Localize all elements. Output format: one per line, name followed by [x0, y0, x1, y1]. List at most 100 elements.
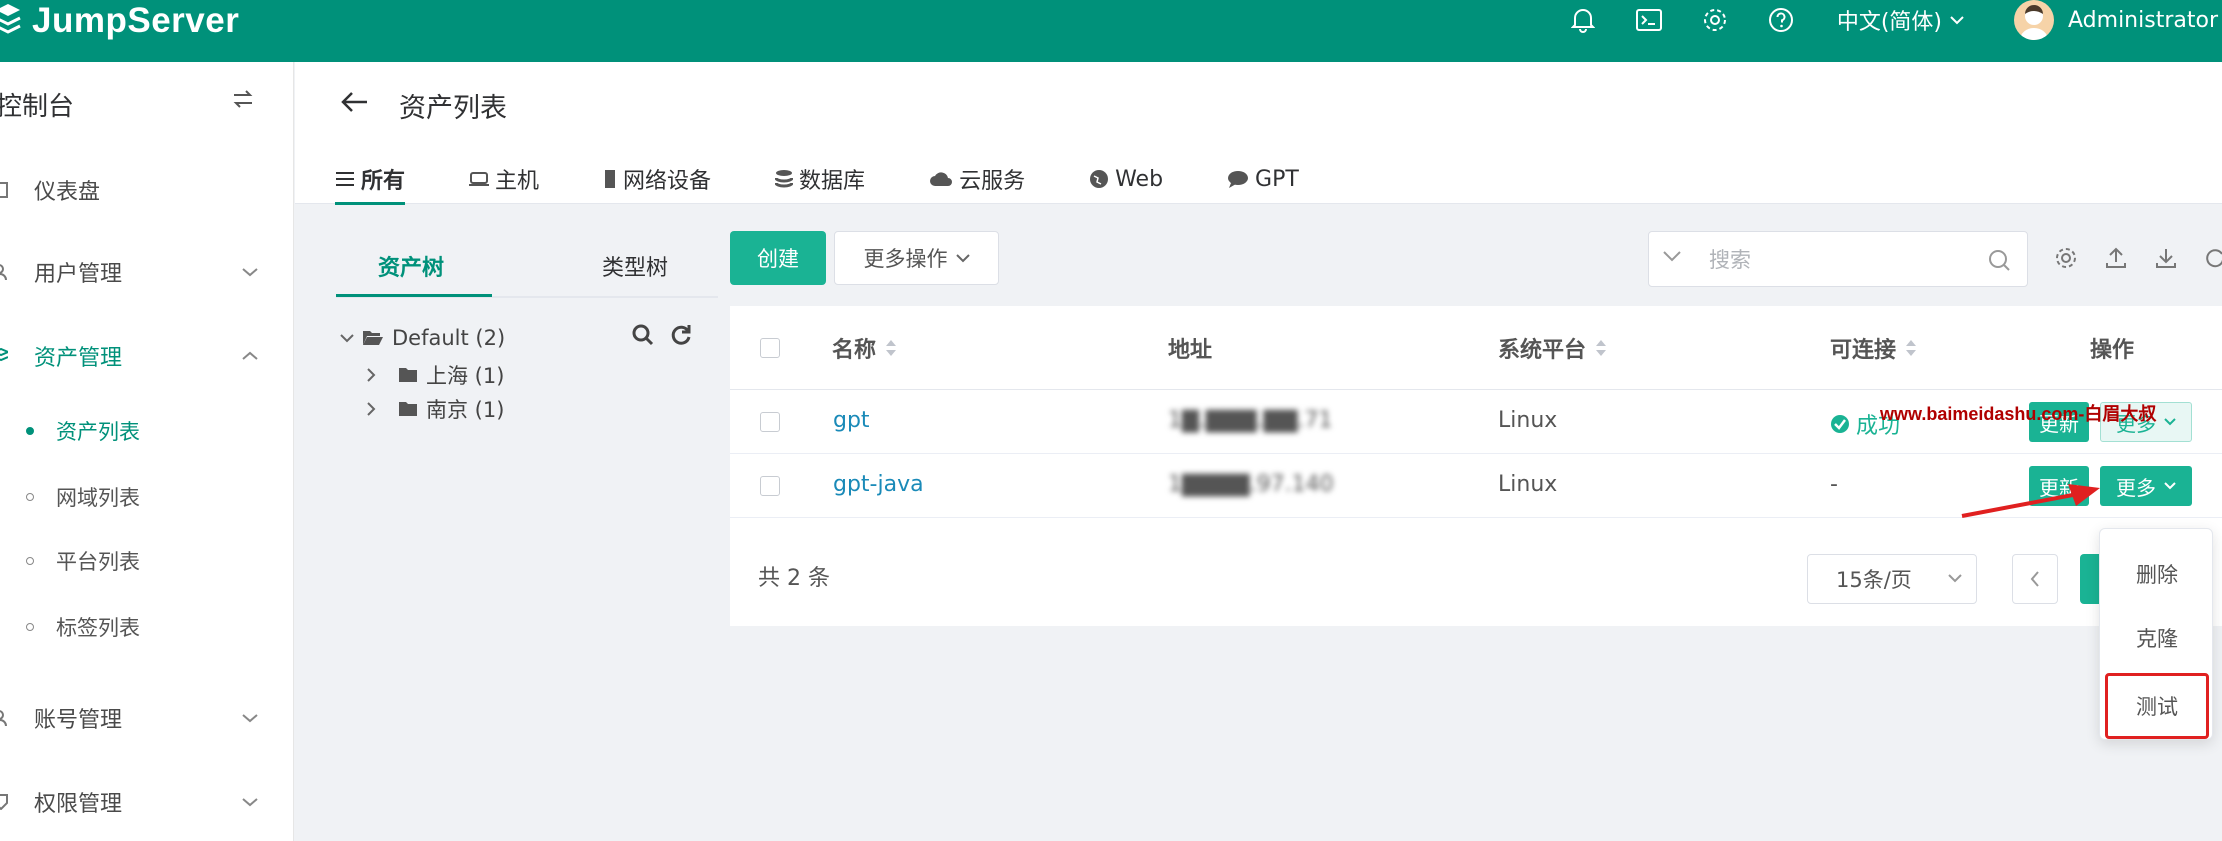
active-tab-indicator — [336, 294, 492, 297]
sort-icon — [1904, 338, 1918, 358]
chevron-right-icon — [366, 402, 376, 416]
table-tools — [2054, 246, 2222, 270]
select-all-checkbox[interactable] — [760, 338, 780, 358]
logo-icon — [0, 4, 22, 38]
tab-asset-tree[interactable]: 资产树 — [378, 250, 444, 282]
column-header-name[interactable]: 名称 — [832, 332, 898, 364]
asset-name-link[interactable]: gpt — [833, 408, 870, 433]
asset-tree-panel: 资产树 类型树 Default (2) 上海 (1) 南京 (1) — [336, 228, 718, 828]
logo[interactable]: JumpServer — [0, 0, 239, 42]
tab-label: 主机 — [495, 169, 540, 194]
asset-address: 1▇.▇▇▇.▇▇.71 — [1168, 408, 1333, 433]
tab-label: 网络设备 — [623, 169, 712, 194]
more-button[interactable]: 更多 — [2100, 466, 2192, 506]
sidebar-item-label: 仪表盘 — [34, 180, 101, 205]
tab-label: 云服务 — [959, 169, 1026, 194]
tab-web[interactable]: Web — [1089, 154, 1163, 204]
more-actions-button[interactable]: 更多操作 — [834, 231, 999, 285]
chevron-down-icon — [242, 797, 258, 807]
account-icon — [0, 710, 14, 726]
sidebar-subitem-label: 平台列表 — [56, 550, 140, 574]
database-icon — [775, 169, 794, 189]
tree-node-label: 上海 (1) — [426, 364, 505, 388]
tab-gpt[interactable]: GPT — [1227, 154, 1299, 204]
chevron-down-icon — [955, 253, 970, 263]
download-icon[interactable] — [2154, 246, 2178, 270]
row-checkbox[interactable] — [760, 412, 780, 432]
sidebar-item-users[interactable]: 用户管理 — [0, 242, 294, 302]
table-header: 名称 地址 系统平台 可连接 操作 — [730, 306, 2222, 390]
sidebar-item-label: 用户管理 — [34, 262, 123, 287]
refresh-icon[interactable] — [670, 324, 692, 346]
upload-icon[interactable] — [2104, 246, 2128, 270]
tree-node-label: 南京 (1) — [426, 398, 505, 422]
sort-icon — [884, 338, 898, 358]
tab-type-tree[interactable]: 类型树 — [602, 250, 668, 282]
asset-table: 名称 地址 系统平台 可连接 操作 gpt 1▇.▇▇▇.▇▇.71 Linux… — [730, 306, 2222, 626]
search-box — [1648, 231, 2028, 287]
create-button[interactable]: 创建 — [730, 231, 826, 285]
tree-node-child[interactable]: 上海 (1) — [366, 360, 504, 390]
sidebar-item-permissions[interactable]: 权限管理 — [0, 772, 294, 832]
avatar[interactable] — [2014, 0, 2055, 40]
sidebar-item-label: 资产管理 — [34, 346, 123, 371]
more-actions-label: 更多操作 — [863, 247, 948, 271]
page-size-select[interactable]: 15条/页 — [1807, 554, 1977, 604]
search-icon[interactable] — [1987, 248, 2011, 272]
bullet-icon — [26, 493, 34, 501]
gear-icon[interactable] — [2054, 246, 2078, 270]
terminal-icon[interactable] — [1633, 4, 1665, 36]
refresh-icon[interactable] — [2204, 246, 2222, 270]
menu-item-delete[interactable]: 删除 — [2100, 549, 2214, 599]
menu-item-clone[interactable]: 克隆 — [2100, 613, 2214, 663]
chevron-up-icon — [242, 351, 258, 361]
asset-address: 1▇▇▇▇.97.140 — [1168, 472, 1334, 497]
language-selector[interactable]: 中文(简体) — [1837, 4, 1964, 36]
sidebar-subitem-label-list[interactable]: 标签列表 — [0, 602, 294, 652]
tree-node-root[interactable]: Default (2) — [340, 326, 505, 350]
sidebar-subitem-platform-list[interactable]: 平台列表 — [0, 536, 294, 586]
sidebar-subitem-domain-list[interactable]: 网域列表 — [0, 472, 294, 522]
help-icon[interactable] — [1765, 4, 1797, 36]
sidebar-item-dashboard[interactable]: 仪表盘 — [0, 160, 294, 220]
sidebar: 控制台 仪表盘 用户管理 资产管理 资产列表 网域列表 平台列表 标签列表 账号… — [0, 62, 294, 841]
chevron-down-icon[interactable] — [1663, 250, 1681, 262]
cloud-icon — [929, 171, 953, 187]
column-header-label: 系统平台 — [1498, 338, 1587, 363]
search-icon[interactable] — [632, 324, 654, 346]
watermark: www.baimeidashu.com-白眉大叔 — [1880, 404, 2157, 424]
tree-node-label: Default (2) — [392, 326, 506, 350]
sidebar-subitem-asset-list[interactable]: 资产列表 — [0, 406, 294, 456]
back-arrow-icon[interactable] — [341, 91, 369, 113]
chevron-down-icon — [1948, 573, 1962, 583]
search-input[interactable] — [1709, 244, 1969, 276]
tab-network-device[interactable]: 网络设备 — [603, 154, 711, 204]
column-header-label: 名称 — [832, 338, 877, 363]
tab-cloud[interactable]: 云服务 — [929, 154, 1025, 204]
sidebar-item-assets[interactable]: 资产管理 — [0, 326, 294, 386]
chevron-down-icon — [2164, 482, 2176, 490]
swap-icon[interactable] — [232, 90, 254, 108]
tab-database[interactable]: 数据库 — [775, 154, 865, 204]
check-circle-icon — [1830, 414, 1850, 434]
tree-node-child[interactable]: 南京 (1) — [366, 394, 504, 424]
chevron-down-icon — [340, 333, 354, 343]
sort-icon — [1594, 338, 1608, 358]
tab-all[interactable]: 所有 — [335, 154, 406, 205]
sidebar-title: 控制台 — [0, 92, 75, 122]
row-checkbox[interactable] — [760, 476, 780, 496]
permission-icon — [0, 794, 14, 810]
sidebar-item-accounts[interactable]: 账号管理 — [0, 688, 294, 748]
username[interactable]: Administrator — [2068, 8, 2218, 33]
tab-host[interactable]: 主机 — [469, 154, 539, 204]
bell-icon[interactable] — [1567, 4, 1599, 36]
prev-page-button[interactable] — [2012, 554, 2058, 604]
column-header-connectivity[interactable]: 可连接 — [1830, 332, 1918, 364]
asset-name-link[interactable]: gpt-java — [833, 472, 924, 497]
asset-platform: Linux — [1498, 472, 1558, 497]
gear-icon[interactable] — [1699, 4, 1731, 36]
tab-label: Web — [1115, 166, 1164, 192]
total-count: 共 2 条 — [758, 566, 830, 591]
host-icon — [469, 171, 490, 187]
column-header-platform[interactable]: 系统平台 — [1498, 332, 1608, 364]
